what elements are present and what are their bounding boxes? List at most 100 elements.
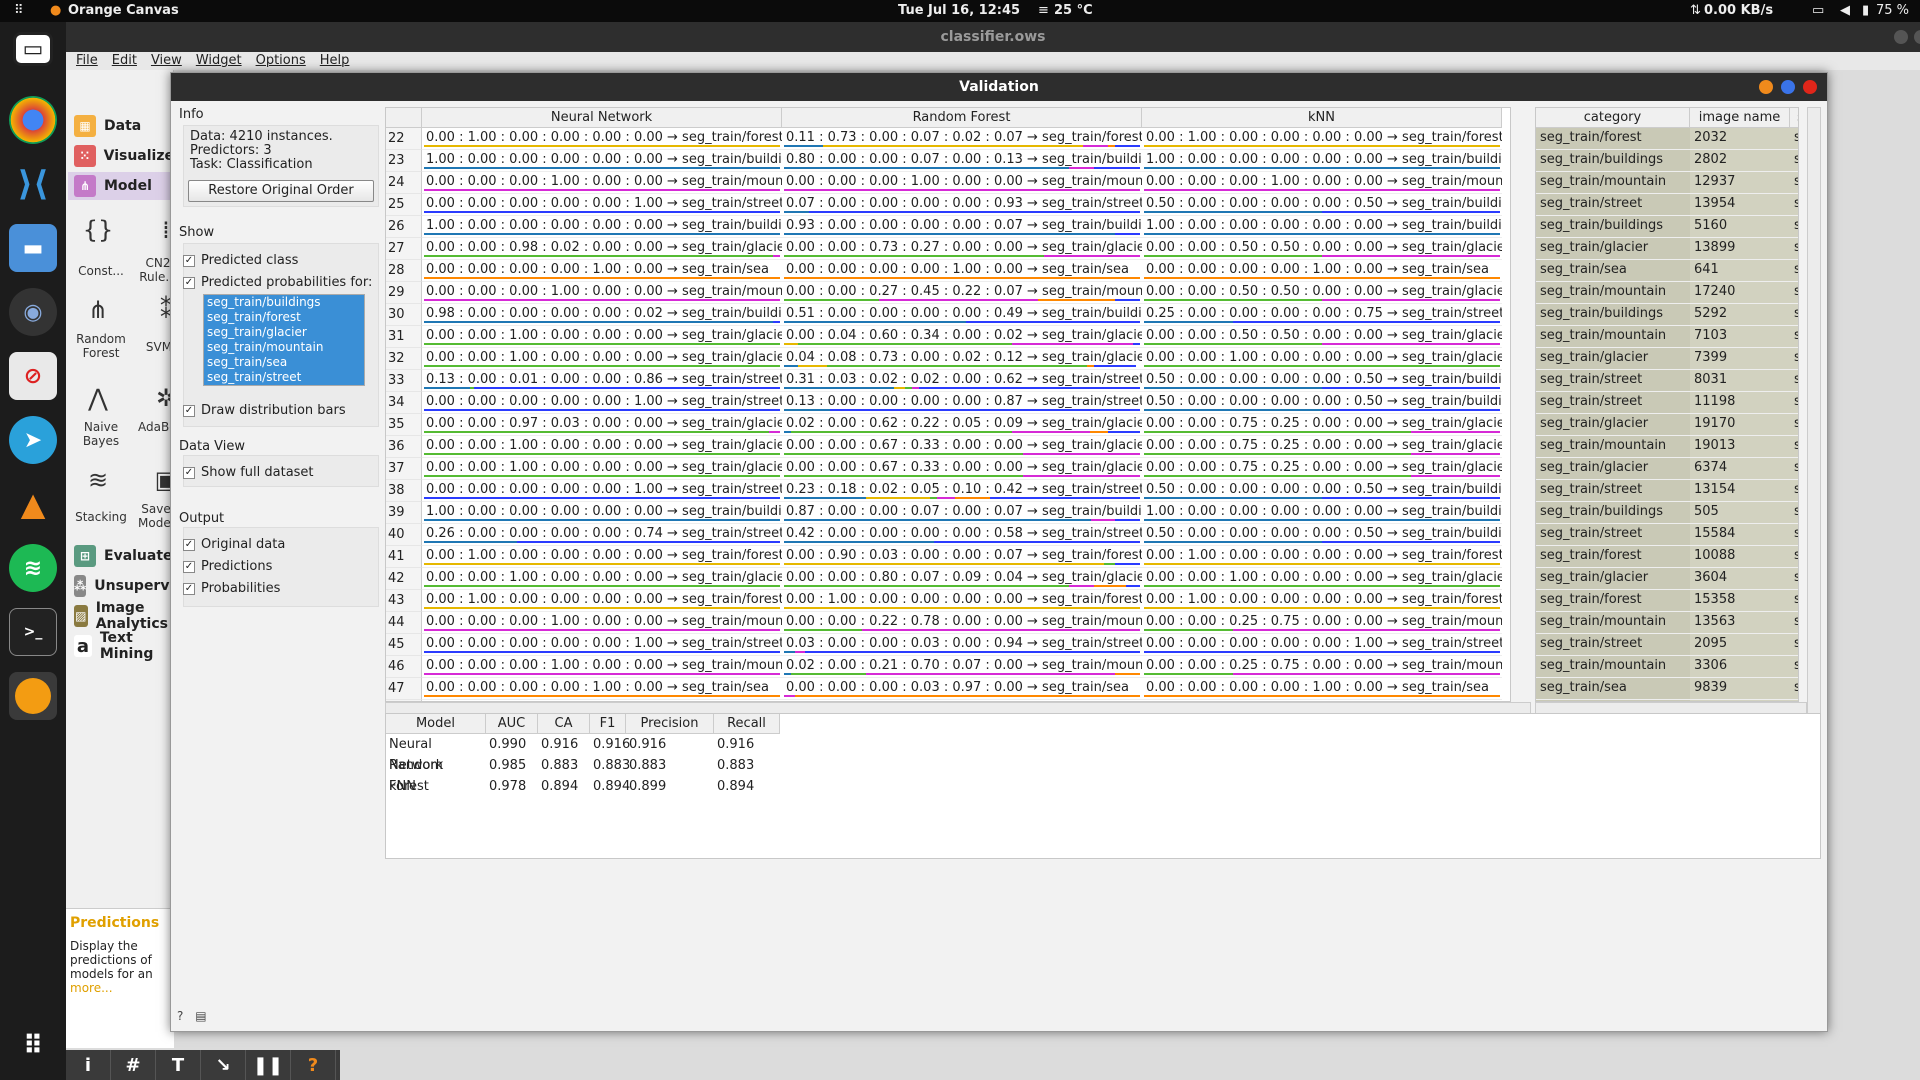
image-name-cell[interactable]: 15358 — [1690, 590, 1790, 612]
prediction-cell-knn[interactable]: 0.50 : 0.00 : 0.00 : 0.00 : 0.00 : 0.50 … — [1142, 480, 1502, 502]
score-header-f1[interactable]: F1 — [590, 714, 626, 734]
row-number[interactable]: 41 — [386, 546, 422, 568]
prediction-cell-knn[interactable]: 0.25 : 0.00 : 0.00 : 0.00 : 0.00 : 0.75 … — [1142, 304, 1502, 326]
category-visualize[interactable]: ⁙ Visualize — [68, 142, 174, 170]
prediction-cell-nn[interactable]: 0.00 : 1.00 : 0.00 : 0.00 : 0.00 : 0.00 … — [422, 128, 782, 150]
category-cell[interactable]: seg_train/buildings — [1536, 304, 1690, 326]
naive-bayes-icon[interactable]: ⋀ — [78, 380, 118, 416]
prediction-cell-knn[interactable]: 0.00 : 0.00 : 0.50 : 0.50 : 0.00 : 0.00 … — [1142, 326, 1502, 348]
row-number[interactable]: 37 — [386, 458, 422, 480]
truncated-meta-cell[interactable]: se — [1790, 524, 1798, 546]
image-name-cell[interactable]: 8031 — [1690, 370, 1790, 392]
table-vscrollbar[interactable] — [1807, 107, 1821, 718]
truncated-meta-cell[interactable]: se — [1790, 678, 1798, 700]
predicted-class-checkbox[interactable]: ✓ Predicted class — [183, 253, 298, 268]
prediction-cell-knn[interactable]: 0.00 : 1.00 : 0.00 : 0.00 : 0.00 : 0.00 … — [1142, 128, 1502, 150]
row-number[interactable]: 29 — [386, 282, 422, 304]
category-cell[interactable]: seg_train/glacier — [1536, 458, 1690, 480]
prediction-cell-rf[interactable]: 0.51 : 0.00 : 0.00 : 0.00 : 0.00 : 0.49 … — [782, 304, 1142, 326]
row-number[interactable]: 35 — [386, 414, 422, 436]
prediction-cell-rf[interactable]: 0.42 : 0.00 : 0.00 : 0.00 : 0.00 : 0.58 … — [782, 524, 1142, 546]
network-speed[interactable]: 0.00 KB/s — [1704, 3, 1773, 18]
row-number[interactable]: 26 — [386, 216, 422, 238]
prediction-cell-knn[interactable]: 0.00 : 0.00 : 0.00 : 0.00 : 0.00 : 1.00 … — [1142, 634, 1502, 656]
prediction-cell-nn[interactable]: 0.00 : 0.00 : 0.00 : 0.00 : 1.00 : 0.00 … — [422, 678, 782, 700]
image-name-cell[interactable]: 15584 — [1690, 524, 1790, 546]
battery-level[interactable]: 75 % — [1876, 3, 1909, 18]
class-list[interactable]: seg_train/buildings seg_train/forest seg… — [203, 294, 365, 386]
row-number[interactable]: 23 — [386, 150, 422, 172]
image-name-cell[interactable]: 7103 — [1690, 326, 1790, 348]
info-icon[interactable]: i — [66, 1050, 111, 1080]
prediction-cell-rf[interactable]: 0.03 : 0.00 : 0.00 : 0.03 : 0.00 : 0.94 … — [782, 634, 1142, 656]
prediction-cell-nn[interactable]: 0.00 : 0.00 : 0.00 : 0.00 : 0.00 : 1.00 … — [422, 634, 782, 656]
truncated-meta-cell[interactable]: se — [1790, 634, 1798, 656]
category-cell[interactable]: seg_train/glacier — [1536, 348, 1690, 370]
prediction-cell-knn[interactable]: 0.00 : 0.00 : 0.00 : 0.00 : 1.00 : 0.00 … — [1142, 678, 1502, 700]
category-cell[interactable]: seg_train/forest — [1536, 590, 1690, 612]
truncated-meta-cell[interactable]: se — [1790, 436, 1798, 458]
menu-view[interactable]: View — [151, 52, 182, 70]
category-cell[interactable]: seg_train/street — [1536, 370, 1690, 392]
vlc-icon[interactable]: ▲ — [9, 480, 57, 528]
image-name-cell[interactable]: 2032 — [1690, 128, 1790, 150]
prediction-cell-rf[interactable]: 0.02 : 0.00 : 0.21 : 0.70 : 0.07 : 0.00 … — [782, 656, 1142, 678]
category-cell[interactable]: seg_train/mountain — [1536, 282, 1690, 304]
prediction-cell-nn[interactable]: 1.00 : 0.00 : 0.00 : 0.00 : 0.00 : 0.00 … — [422, 216, 782, 238]
row-number[interactable]: 47 — [386, 678, 422, 700]
row-number[interactable]: 30 — [386, 304, 422, 326]
prediction-cell-rf[interactable]: 0.00 : 0.90 : 0.03 : 0.00 : 0.00 : 0.07 … — [782, 546, 1142, 568]
report-icon[interactable]: ▤ — [195, 1009, 206, 1023]
prediction-cell-knn[interactable]: 0.00 : 0.00 : 0.25 : 0.75 : 0.00 : 0.00 … — [1142, 656, 1502, 678]
col-header-random-forest[interactable]: Random Forest — [782, 108, 1142, 128]
prediction-cell-nn[interactable]: 0.26 : 0.00 : 0.00 : 0.00 : 0.00 : 0.74 … — [422, 524, 782, 546]
weather-readout[interactable]: 25 °C — [1054, 3, 1093, 18]
score-header-auc[interactable]: AUC — [486, 714, 538, 734]
category-image-analytics[interactable]: ▨ Image Analytics — [68, 600, 174, 632]
prediction-cell-knn[interactable]: 0.00 : 0.00 : 0.75 : 0.25 : 0.00 : 0.00 … — [1142, 436, 1502, 458]
truncated-meta-cell[interactable]: se — [1790, 216, 1798, 238]
truncated-meta-cell[interactable]: se — [1790, 656, 1798, 678]
row-number[interactable]: 45 — [386, 634, 422, 656]
category-cell[interactable]: seg_train/street — [1536, 524, 1690, 546]
image-name-cell[interactable]: 5160 — [1690, 216, 1790, 238]
prediction-cell-nn[interactable]: 0.00 : 0.00 : 0.00 : 0.00 : 0.00 : 1.00 … — [422, 194, 782, 216]
prediction-cell-knn[interactable]: 0.00 : 0.00 : 0.75 : 0.25 : 0.00 : 0.00 … — [1142, 458, 1502, 480]
grid-icon[interactable]: # — [111, 1050, 156, 1080]
prediction-cell-nn[interactable]: 0.00 : 1.00 : 0.00 : 0.00 : 0.00 : 0.00 … — [422, 546, 782, 568]
row-number[interactable]: 38 — [386, 480, 422, 502]
category-cell[interactable]: seg_train/mountain — [1536, 172, 1690, 194]
prediction-cell-rf[interactable]: 0.04 : 0.08 : 0.73 : 0.00 : 0.02 : 0.12 … — [782, 348, 1142, 370]
list-item[interactable]: seg_train/forest — [204, 310, 364, 325]
spotify-icon[interactable]: ≋ — [9, 544, 57, 592]
prediction-cell-nn[interactable]: 0.00 : 0.00 : 0.00 : 1.00 : 0.00 : 0.00 … — [422, 172, 782, 194]
truncated-meta-cell[interactable]: se — [1790, 502, 1798, 524]
category-cell[interactable]: seg_train/glacier — [1536, 568, 1690, 590]
image-name-cell[interactable]: 13954 — [1690, 194, 1790, 216]
image-name-cell[interactable]: 2095 — [1690, 634, 1790, 656]
row-number[interactable]: 46 — [386, 656, 422, 678]
dialog-close-icon[interactable] — [1803, 80, 1817, 94]
truncated-meta-cell[interactable]: se — [1790, 348, 1798, 370]
prediction-cell-knn[interactable]: 0.00 : 0.00 : 0.00 : 0.00 : 1.00 : 0.00 … — [1142, 260, 1502, 282]
category-cell[interactable]: seg_train/buildings — [1536, 216, 1690, 238]
row-number[interactable]: 25 — [386, 194, 422, 216]
stacking-icon[interactable]: ≋ — [78, 462, 118, 498]
prediction-cell-nn[interactable]: 0.00 : 0.00 : 1.00 : 0.00 : 0.00 : 0.00 … — [422, 568, 782, 590]
image-name-cell[interactable]: 5292 — [1690, 304, 1790, 326]
prediction-cell-knn[interactable]: 0.00 : 1.00 : 0.00 : 0.00 : 0.00 : 0.00 … — [1142, 590, 1502, 612]
prediction-cell-rf[interactable]: 0.00 : 0.00 : 0.00 : 0.00 : 1.00 : 0.00 … — [782, 260, 1142, 282]
category-cell[interactable]: seg_train/street — [1536, 480, 1690, 502]
prediction-cell-rf[interactable]: 0.00 : 0.00 : 0.67 : 0.33 : 0.00 : 0.00 … — [782, 436, 1142, 458]
prediction-cell-rf[interactable]: 0.23 : 0.18 : 0.02 : 0.05 : 0.10 : 0.42 … — [782, 480, 1142, 502]
prediction-cell-knn[interactable]: 1.00 : 0.00 : 0.00 : 0.00 : 0.00 : 0.00 … — [1142, 150, 1502, 172]
image-name-cell[interactable]: 13899 — [1690, 238, 1790, 260]
help-more-link[interactable]: more... — [70, 981, 113, 995]
category-cell[interactable]: seg_train/glacier — [1536, 238, 1690, 260]
truncated-meta-cell[interactable]: se — [1790, 612, 1798, 634]
truncated-meta-cell[interactable]: se — [1790, 370, 1798, 392]
score-header-recall[interactable]: Recall — [714, 714, 780, 734]
truncated-meta-cell[interactable]: se — [1790, 414, 1798, 436]
image-name-cell[interactable]: 505 — [1690, 502, 1790, 524]
category-cell[interactable]: seg_train/street — [1536, 194, 1690, 216]
